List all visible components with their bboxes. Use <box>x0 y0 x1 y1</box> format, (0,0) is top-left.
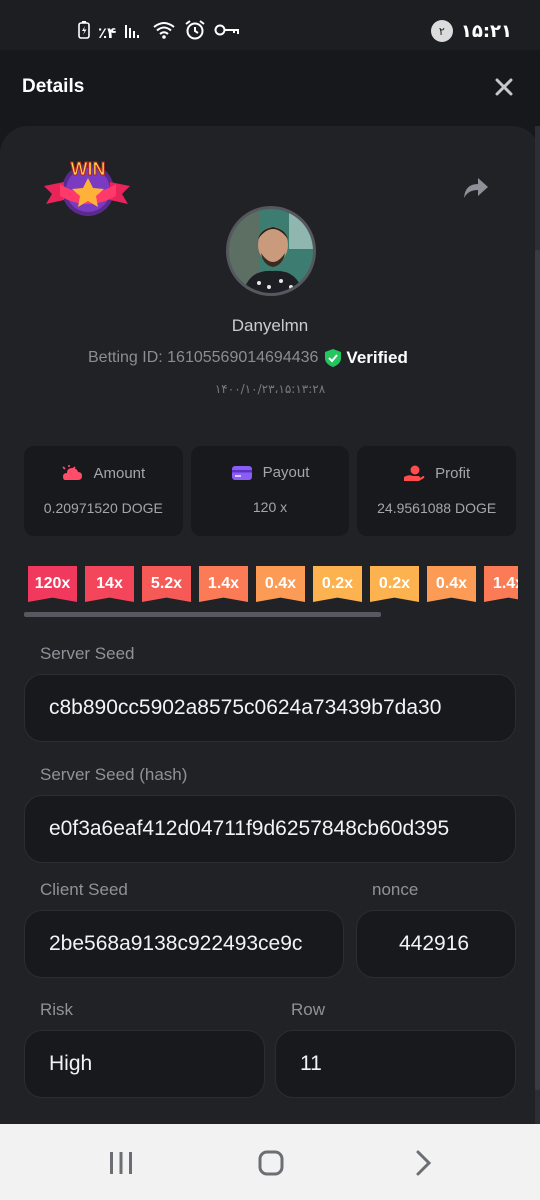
verified-label: Verified <box>346 348 408 367</box>
clock: ۱۵:۲۱ <box>460 20 512 42</box>
close-icon <box>495 78 513 96</box>
page-title: Details <box>22 76 85 97</box>
username: Danyelmn <box>231 316 309 335</box>
multiplier-chip: 14x <box>85 566 134 602</box>
signal-icon <box>124 21 144 44</box>
nonce-label: nonce <box>372 880 419 899</box>
server-seed-hash-field[interactable]: e0f3a6eaf412d04711f9d6257848cb60d395 <box>24 795 516 863</box>
win-badge-text: WIN <box>71 159 106 179</box>
multiplier-chip: 0.2x <box>313 566 362 602</box>
home-icon <box>258 1150 284 1176</box>
server-seed-label: Server Seed <box>40 644 135 663</box>
bet-date: ۱۴۰۰/۱۰/۲۳،۱۵:۱۳:۲۸ <box>214 382 326 396</box>
chevron-right-icon <box>416 1150 432 1176</box>
status-bar: ٪۴ ۲ ۱۵:۲۱ <box>0 0 540 50</box>
multiplier-chip: 1.4x <box>199 566 248 602</box>
row-field[interactable]: 11 <box>275 1030 516 1098</box>
stat-amount: Amount 0.20971520 DOGE <box>24 446 183 536</box>
recent-apps-icon <box>110 1152 132 1174</box>
alarm-icon <box>184 20 206 45</box>
stats-row: Amount 0.20971520 DOGE Payout 120 x Prof… <box>24 446 517 536</box>
nonce-field[interactable]: 442916 <box>356 910 516 978</box>
battery-icon <box>78 21 90 44</box>
client-seed-label: Client Seed <box>40 880 128 899</box>
betting-id-row: Betting ID: 16105569014694436 Verified <box>88 348 408 368</box>
multiplier-scrollbar[interactable] <box>24 612 381 617</box>
page-scrollbar-thumb[interactable] <box>535 250 540 1090</box>
notification-count-badge: ۲ <box>430 20 453 42</box>
stat-amount-value: 0.20971520 DOGE <box>43 500 163 516</box>
status-right: ۲ ۱۵:۲۱ <box>430 20 512 42</box>
avatar <box>226 206 316 296</box>
stat-amount-label: Amount <box>93 464 146 482</box>
share-icon <box>464 178 488 198</box>
wifi-icon <box>152 21 176 44</box>
system-nav-bar <box>0 1124 540 1200</box>
risk-field[interactable]: High <box>24 1030 265 1098</box>
win-badge: WIN <box>42 156 132 222</box>
risk-label: Risk <box>40 1000 74 1019</box>
server-seed-hash-label: Server Seed (hash) <box>40 765 188 784</box>
multiplier-chip: 0.4x <box>427 566 476 602</box>
close-button[interactable] <box>492 76 516 100</box>
home-button[interactable] <box>256 1148 286 1178</box>
recent-apps-button[interactable] <box>106 1148 136 1178</box>
multiplier-chip: 0.2x <box>370 566 419 602</box>
verified-badge: Verified <box>324 348 408 368</box>
stat-payout-value: 120 x <box>252 499 288 515</box>
client-seed-field[interactable]: 2be568a9138c922493ce9c <box>24 910 344 978</box>
betting-id: Betting ID: 16105569014694436 <box>88 349 319 366</box>
stat-profit: Profit 24.9561088 DOGE <box>357 446 517 536</box>
server-seed-field[interactable]: c8b890cc5902a8575c0624a73439b7da30 <box>24 674 516 742</box>
page-scrollbar[interactable] <box>535 126 540 1124</box>
stat-payout-label: Payout <box>262 464 310 481</box>
battery-percent: ٪۴ <box>98 23 117 42</box>
shield-check-icon <box>325 349 342 367</box>
cloud-sun-icon <box>62 465 83 480</box>
multiplier-chip: 5.2x <box>142 566 191 602</box>
vpn-key-icon <box>214 22 240 43</box>
stat-profit-value: 24.9561088 DOGE <box>377 500 497 516</box>
stat-payout: Payout 120 x <box>190 446 350 536</box>
share-button[interactable] <box>462 176 490 200</box>
back-button[interactable] <box>408 1148 438 1178</box>
multiplier-chip: 0.4x <box>256 566 305 602</box>
hand-coin-icon <box>404 465 425 481</box>
multiplier-strip[interactable]: 120x14x5.2x1.4x0.4x0.2x0.2x0.4x1.4x <box>28 566 518 606</box>
card-icon <box>231 465 252 480</box>
multiplier-chip: 1.4x <box>484 566 518 602</box>
details-header: Details <box>0 50 540 126</box>
details-sheet: WIN Danyelmn Betting ID: 161055690146944… <box>0 126 540 1124</box>
status-icons: ٪۴ <box>78 20 240 45</box>
stat-profit-label: Profit <box>435 464 471 482</box>
row-label: Row <box>291 1000 326 1019</box>
multiplier-chip: 120x <box>28 566 77 602</box>
